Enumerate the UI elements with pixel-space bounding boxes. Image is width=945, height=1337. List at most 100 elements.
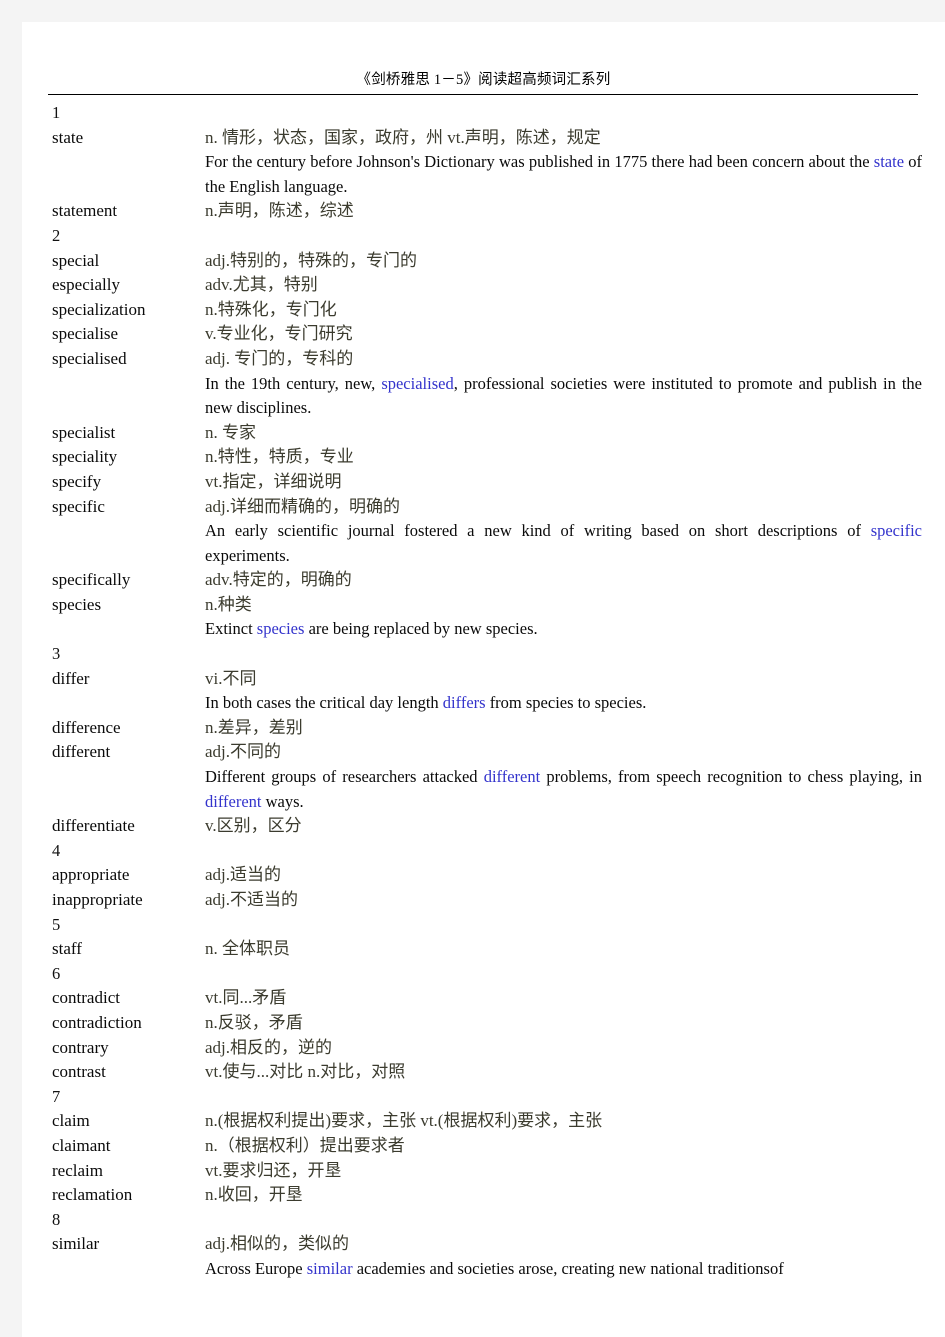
entry-word: appropriate xyxy=(52,865,130,885)
entry-example-sentence: For the century before Johnson's Diction… xyxy=(205,150,922,199)
entry-definition: adj.适当的 xyxy=(205,865,282,885)
vocabulary-entry: special adj.特别的，特殊的，专门的 xyxy=(52,249,922,274)
vocabulary-entry: specialise v.专业化，专门研究 xyxy=(52,322,922,347)
entry-word: state xyxy=(52,127,84,147)
vocabulary-entry: contrary adj.相反的，逆的 xyxy=(52,1036,922,1061)
vocabulary-entry: species n.种类 xyxy=(52,593,922,618)
vocabulary-entry: inappropriate adj.不适当的 xyxy=(52,888,922,913)
group-number: 4 xyxy=(52,840,61,860)
vocabulary-entry: differentiate v.区别，区分 xyxy=(52,814,922,839)
vocabulary-entry: difference n.差异，差别 xyxy=(52,716,922,741)
entry-definition: vt.使与...对比 n.对比，对照 xyxy=(205,1062,406,1082)
entry-definition: n. 专家 xyxy=(205,422,256,442)
example-text: Extinct xyxy=(205,619,257,639)
example-highlight-word: differs xyxy=(442,693,486,713)
example-highlight-word: similar xyxy=(306,1258,353,1278)
entry-definition: vt.同...矛盾 xyxy=(205,988,287,1008)
vocabulary-entry: staff n. 全体职员 xyxy=(52,937,922,962)
entry-word: reclamation xyxy=(52,1185,133,1205)
entry-word: species xyxy=(52,594,102,614)
header-divider xyxy=(48,94,918,95)
example-text: Different groups of researchers attacked xyxy=(205,767,484,787)
entry-definition: n. 全体职员 xyxy=(205,939,290,959)
entry-definition: adj.特别的，特殊的，专门的 xyxy=(205,250,418,270)
entry-definition: adj.相反的，逆的 xyxy=(205,1037,333,1057)
entry-word: specific xyxy=(52,496,105,516)
entry-word: differentiate xyxy=(52,816,135,836)
vocabulary-entry: contradiction n.反驳，矛盾 xyxy=(52,1011,922,1036)
entry-word: specifically xyxy=(52,570,131,590)
example-text: are being replaced by new species. xyxy=(304,619,538,639)
page-header-title: 《剑桥雅思 1－5》阅读超高频词汇系列 xyxy=(356,72,611,88)
entry-word: specialise xyxy=(52,324,119,344)
entry-example-sentence: Different groups of researchers attacked… xyxy=(205,765,922,814)
vocabulary-entry: specialization n.特殊化，专门化 xyxy=(52,298,922,323)
vocabulary-entry: differ vi.不同 xyxy=(52,667,922,692)
entry-word: contrary xyxy=(52,1037,109,1057)
vocabulary-entry: specific adj.详细而精确的，明确的 xyxy=(52,495,922,520)
entry-word: special xyxy=(52,250,100,270)
entry-word: reclaim xyxy=(52,1160,103,1180)
entry-definition: n.反驳，矛盾 xyxy=(205,1012,303,1032)
example-highlight-word: specialised xyxy=(381,373,454,393)
entry-definition: n.特性，特质，专业 xyxy=(205,447,354,467)
entry-example-sentence: An early scientific journal fostered a n… xyxy=(205,519,922,568)
vocabulary-entry: contradict vt.同...矛盾 xyxy=(52,986,922,1011)
vocabulary-entry: claimant n.（根据权利）提出要求者 xyxy=(52,1134,922,1159)
entry-example-sentence: Extinct species are being replaced by ne… xyxy=(205,617,922,642)
entry-definition: adv.特定的，明确的 xyxy=(205,570,352,590)
example-text: academies and societies arose, creating … xyxy=(352,1258,784,1278)
entry-word: differ xyxy=(52,668,90,688)
group-number: 2 xyxy=(52,225,61,245)
vocabulary-entry: claim n.(根据权利提出)要求，主张 vt.(根据权利)要求，主张 xyxy=(52,1109,922,1134)
entry-definition: adj.详细而精确的，明确的 xyxy=(205,496,401,516)
entry-example-sentence: In the 19th century, new, specialised, p… xyxy=(205,372,922,421)
entry-example-sentence: Across Europe similar academies and soci… xyxy=(205,1257,922,1282)
vocabulary-entry: state n. 情形，状态，国家，政府，州 vt.声明，陈述，规定 xyxy=(52,126,922,151)
example-text: An early scientific journal fostered a n… xyxy=(205,521,871,541)
entry-definition: n.（根据权利）提出要求者 xyxy=(205,1135,405,1155)
vocabulary-entry: specifically adv.特定的，明确的 xyxy=(52,568,922,593)
group-number: 6 xyxy=(52,963,61,983)
example-text: from species to species. xyxy=(485,693,647,713)
entry-word: difference xyxy=(52,717,121,737)
example-text: For the century before Johnson's Diction… xyxy=(205,152,874,172)
group-number: 8 xyxy=(52,1209,61,1229)
group-number: 3 xyxy=(52,644,61,664)
entry-word: claim xyxy=(52,1111,90,1131)
entry-definition: n.收回，开垦 xyxy=(205,1185,303,1205)
entry-word: similar xyxy=(52,1234,100,1254)
entry-word: inappropriate xyxy=(52,890,143,909)
vocabulary-list: 1 state n. 情形，状态，国家，政府，州 vt.声明，陈述，规定 For th… xyxy=(52,101,922,1282)
entry-word: specialist xyxy=(52,422,116,442)
vocabulary-entry: specialist n. 专家 xyxy=(52,421,922,446)
entry-definition: adj. 专门的，专科的 xyxy=(205,348,354,368)
vocabulary-entry: reclaim vt.要求归还，开垦 xyxy=(52,1159,922,1184)
vocabulary-entry: reclamation n.收回，开垦 xyxy=(52,1183,922,1208)
entry-definition: n.差异，差别 xyxy=(205,717,303,737)
entry-definition: vt.要求归还，开垦 xyxy=(205,1160,342,1180)
entry-definition: n. 情形，状态，国家，政府，州 vt.声明，陈述，规定 xyxy=(205,127,601,147)
entry-word: specialization xyxy=(52,299,146,319)
vocabulary-entry: speciality n.特性，特质，专业 xyxy=(52,445,922,470)
vocabulary-entry: especially adv.尤其，特别 xyxy=(52,273,922,298)
vocabulary-entry: specify vt.指定，详细说明 xyxy=(52,470,922,495)
entry-word: contradiction xyxy=(52,1012,142,1032)
entry-definition: n.(根据权利提出)要求，主张 vt.(根据权利)要求，主张 xyxy=(205,1111,603,1131)
example-text: In both cases the critical day length xyxy=(205,693,443,713)
entry-definition: n.特殊化，专门化 xyxy=(205,299,337,319)
document-page: 《剑桥雅思 1－5》阅读超高频词汇系列 1 state n. 情形，状态，国家，政府… xyxy=(22,22,945,1337)
example-text: Across Europe xyxy=(205,1258,307,1278)
entry-definition: v.区别，区分 xyxy=(205,816,302,836)
entry-definition: vt.指定，详细说明 xyxy=(205,471,342,491)
entry-word: contradict xyxy=(52,988,120,1008)
entry-example-sentence: In both cases the critical day length di… xyxy=(205,691,922,716)
entry-word: speciality xyxy=(52,447,118,467)
entry-word: claimant xyxy=(52,1135,111,1155)
entry-definition: v.专业化，专门研究 xyxy=(205,324,353,344)
example-highlight-word: state xyxy=(873,152,905,172)
entry-word: specialised xyxy=(52,348,127,368)
example-text: In the 19th century, new, xyxy=(205,373,382,393)
entry-definition: adv.尤其，特别 xyxy=(205,275,318,295)
entry-definition: adj.不同的 xyxy=(205,742,282,762)
